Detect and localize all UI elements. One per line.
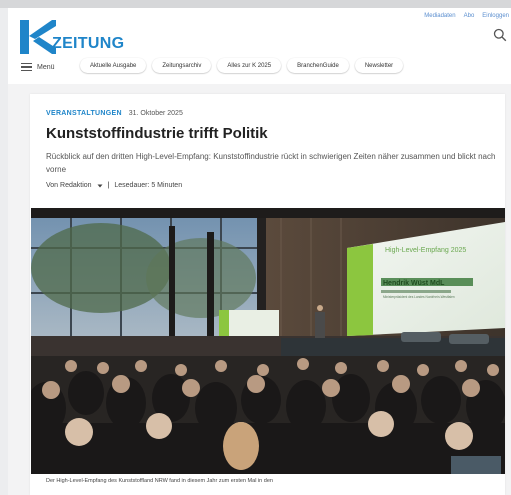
nav-zeitungsarchiv[interactable]: Zeitungsarchiv <box>152 58 212 73</box>
nav-aktuelle-ausgabe[interactable]: Aktuelle Ausgabe <box>80 58 147 73</box>
screen-speaker-name: Hendrik Wüst MdL <box>383 280 445 287</box>
screen-header: High-Level-Empfang 2025 <box>385 247 466 254</box>
nav-newsletter[interactable]: Newsletter <box>354 58 404 73</box>
hamburger-icon <box>21 63 32 71</box>
search-icon[interactable] <box>493 28 507 42</box>
top-link-abo[interactable]: Abo <box>464 13 475 19</box>
article-date: 31. Oktober 2025 <box>128 110 183 117</box>
menu-label: Menü <box>37 63 55 71</box>
image-caption: Der High-Level-Empfang des Kunststofflan… <box>46 478 273 484</box>
top-link-login[interactable]: Einloggen <box>482 13 509 19</box>
top-link-mediadaten[interactable]: Mediadaten <box>424 13 455 19</box>
hero-image[interactable]: High-Level-Empfang 2025 Hendrik Wüst MdL… <box>31 208 505 474</box>
author-link[interactable]: Von Redaktion <box>46 182 92 189</box>
byline-separator: | <box>107 182 110 189</box>
article-subtitle: Rückblick auf den dritten High-Level-Emp… <box>46 152 496 174</box>
site-header: Mediadaten Abo Einloggen ZEITUNG Menü Ak… <box>8 8 511 84</box>
article-title: Kunststoffindustrie trifft Politik <box>46 125 268 142</box>
logo-text: ZEITUNG <box>52 35 125 52</box>
site-logo[interactable]: ZEITUNG <box>20 20 150 54</box>
chevron-down-icon[interactable] <box>97 183 103 189</box>
article-category[interactable]: VERANSTALTUNGEN <box>46 110 122 117</box>
reading-time: Lesedauer: 5 Minuten <box>114 182 183 189</box>
menu-button[interactable]: Menü <box>21 63 55 71</box>
logo-k-mark <box>20 20 56 54</box>
nav-k2025[interactable]: Alles zur K 2025 <box>217 58 282 73</box>
screen-speaker-role: Ministerpräsident des Landes Nordrhein-W… <box>383 295 455 299</box>
article-byline: Von Redaktion | Lesedauer: 5 Minuten <box>46 182 182 189</box>
article-meta: VERANSTALTUNGEN 31. Oktober 2025 <box>46 110 183 117</box>
article-card: VERANSTALTUNGEN 31. Oktober 2025 Kunstst… <box>30 94 505 495</box>
browser-frame <box>0 0 511 8</box>
top-links: Mediadaten Abo Einloggen <box>424 13 509 19</box>
nav-branchenguide[interactable]: BranchenGuide <box>287 58 349 73</box>
main-nav: Aktuelle Ausgabe Zeitungsarchiv Alles zu… <box>80 58 404 73</box>
